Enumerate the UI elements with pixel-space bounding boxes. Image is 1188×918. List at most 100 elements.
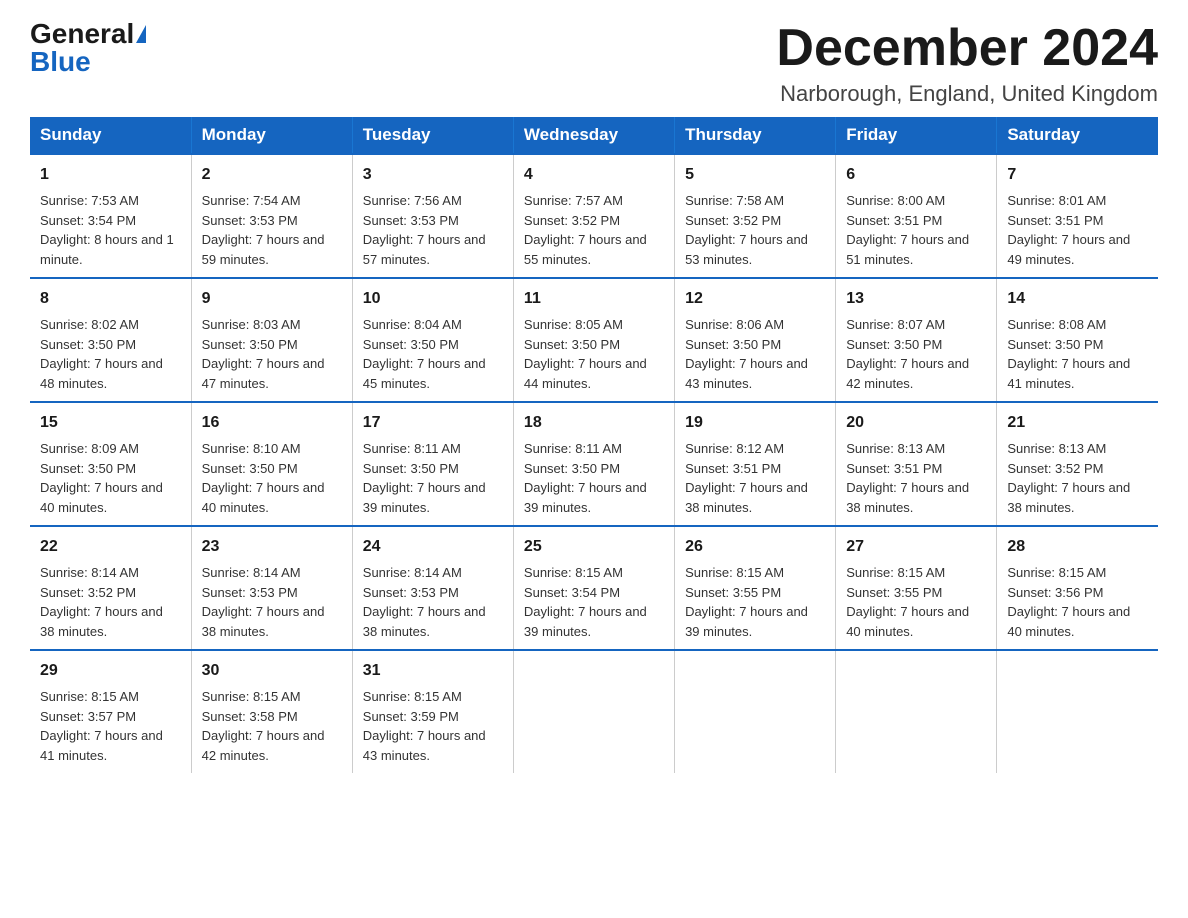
calendar-day-cell	[836, 650, 997, 773]
day-info: Sunrise: 8:13 AMSunset: 3:52 PMDaylight:…	[1007, 439, 1148, 517]
day-number: 16	[202, 411, 342, 435]
day-number: 10	[363, 287, 503, 311]
calendar-header-row: SundayMondayTuesdayWednesdayThursdayFrid…	[30, 117, 1158, 154]
day-info: Sunrise: 8:15 AMSunset: 3:55 PMDaylight:…	[846, 563, 986, 641]
day-number: 12	[685, 287, 825, 311]
day-info: Sunrise: 8:15 AMSunset: 3:59 PMDaylight:…	[363, 687, 503, 765]
calendar-day-cell: 8 Sunrise: 8:02 AMSunset: 3:50 PMDaylight…	[30, 278, 191, 402]
day-number: 14	[1007, 287, 1148, 311]
day-number: 1	[40, 163, 181, 187]
calendar-day-cell: 7 Sunrise: 8:01 AMSunset: 3:51 PMDaylight…	[997, 154, 1158, 278]
day-info: Sunrise: 8:02 AMSunset: 3:50 PMDaylight:…	[40, 315, 181, 393]
calendar-day-cell: 17 Sunrise: 8:11 AMSunset: 3:50 PMDayligh…	[352, 402, 513, 526]
column-header-sunday: Sunday	[30, 117, 191, 154]
calendar-day-cell: 3 Sunrise: 7:56 AMSunset: 3:53 PMDaylight…	[352, 154, 513, 278]
day-number: 26	[685, 535, 825, 559]
logo-blue: Blue	[30, 46, 91, 77]
day-info: Sunrise: 8:05 AMSunset: 3:50 PMDaylight:…	[524, 315, 664, 393]
calendar-day-cell: 1 Sunrise: 7:53 AMSunset: 3:54 PMDaylight…	[30, 154, 191, 278]
calendar-table: SundayMondayTuesdayWednesdayThursdayFrid…	[30, 117, 1158, 773]
column-header-monday: Monday	[191, 117, 352, 154]
logo-triangle-icon	[136, 25, 146, 43]
calendar-week-row: 15 Sunrise: 8:09 AMSunset: 3:50 PMDayligh…	[30, 402, 1158, 526]
header: General Blue December 2024 Narborough, E…	[30, 20, 1158, 107]
logo-general: General	[30, 20, 134, 48]
day-info: Sunrise: 8:12 AMSunset: 3:51 PMDaylight:…	[685, 439, 825, 517]
logo: General Blue	[30, 20, 146, 76]
calendar-day-cell: 27Sunrise: 8:15 AMSunset: 3:55 PMDayligh…	[836, 526, 997, 650]
day-number: 6	[846, 163, 986, 187]
day-number: 21	[1007, 411, 1148, 435]
main-title: December 2024	[776, 20, 1158, 77]
day-info: Sunrise: 8:09 AMSunset: 3:50 PMDaylight:…	[40, 439, 181, 517]
calendar-week-row: 1 Sunrise: 7:53 AMSunset: 3:54 PMDaylight…	[30, 154, 1158, 278]
calendar-day-cell	[513, 650, 674, 773]
day-info: Sunrise: 7:56 AMSunset: 3:53 PMDaylight:…	[363, 191, 503, 269]
column-header-friday: Friday	[836, 117, 997, 154]
day-number: 2	[202, 163, 342, 187]
day-number: 31	[363, 659, 503, 683]
calendar-day-cell: 21 Sunrise: 8:13 AMSunset: 3:52 PMDayligh…	[997, 402, 1158, 526]
day-info: Sunrise: 8:14 AMSunset: 3:52 PMDaylight:…	[40, 563, 181, 641]
calendar-day-cell: 16 Sunrise: 8:10 AMSunset: 3:50 PMDayligh…	[191, 402, 352, 526]
day-number: 25	[524, 535, 664, 559]
title-section: December 2024 Narborough, England, Unite…	[776, 20, 1158, 107]
day-info: Sunrise: 8:04 AMSunset: 3:50 PMDaylight:…	[363, 315, 503, 393]
day-info: Sunrise: 8:08 AMSunset: 3:50 PMDaylight:…	[1007, 315, 1148, 393]
calendar-day-cell: 2Sunrise: 7:54 AMSunset: 3:53 PMDaylight…	[191, 154, 352, 278]
day-number: 29	[40, 659, 181, 683]
day-info: Sunrise: 7:57 AMSunset: 3:52 PMDaylight:…	[524, 191, 664, 269]
day-number: 7	[1007, 163, 1148, 187]
day-number: 4	[524, 163, 664, 187]
calendar-day-cell: 9 Sunrise: 8:03 AMSunset: 3:50 PMDaylight…	[191, 278, 352, 402]
day-number: 3	[363, 163, 503, 187]
day-info: Sunrise: 8:15 AMSunset: 3:57 PMDaylight:…	[40, 687, 181, 765]
day-number: 28	[1007, 535, 1148, 559]
calendar-day-cell: 4 Sunrise: 7:57 AMSunset: 3:52 PMDaylight…	[513, 154, 674, 278]
calendar-day-cell: 20Sunrise: 8:13 AMSunset: 3:51 PMDayligh…	[836, 402, 997, 526]
day-info: Sunrise: 8:15 AMSunset: 3:56 PMDaylight:…	[1007, 563, 1148, 641]
day-info: Sunrise: 7:58 AMSunset: 3:52 PMDaylight:…	[685, 191, 825, 269]
subtitle: Narborough, England, United Kingdom	[776, 81, 1158, 107]
day-number: 5	[685, 163, 825, 187]
calendar-day-cell: 6 Sunrise: 8:00 AMSunset: 3:51 PMDaylight…	[836, 154, 997, 278]
calendar-day-cell: 23Sunrise: 8:14 AMSunset: 3:53 PMDayligh…	[191, 526, 352, 650]
column-header-saturday: Saturday	[997, 117, 1158, 154]
calendar-day-cell: 12 Sunrise: 8:06 AMSunset: 3:50 PMDayligh…	[675, 278, 836, 402]
calendar-day-cell: 25 Sunrise: 8:15 AMSunset: 3:54 PMDayligh…	[513, 526, 674, 650]
calendar-day-cell	[997, 650, 1158, 773]
calendar-day-cell: 11 Sunrise: 8:05 AMSunset: 3:50 PMDayligh…	[513, 278, 674, 402]
calendar-week-row: 29 Sunrise: 8:15 AMSunset: 3:57 PMDayligh…	[30, 650, 1158, 773]
calendar-day-cell: 26 Sunrise: 8:15 AMSunset: 3:55 PMDayligh…	[675, 526, 836, 650]
calendar-week-row: 22 Sunrise: 8:14 AMSunset: 3:52 PMDayligh…	[30, 526, 1158, 650]
day-number: 15	[40, 411, 181, 435]
calendar-day-cell: 13Sunrise: 8:07 AMSunset: 3:50 PMDayligh…	[836, 278, 997, 402]
day-number: 22	[40, 535, 181, 559]
day-info: Sunrise: 8:03 AMSunset: 3:50 PMDaylight:…	[202, 315, 342, 393]
calendar-day-cell: 10 Sunrise: 8:04 AMSunset: 3:50 PMDayligh…	[352, 278, 513, 402]
calendar-day-cell: 14 Sunrise: 8:08 AMSunset: 3:50 PMDayligh…	[997, 278, 1158, 402]
calendar-day-cell	[675, 650, 836, 773]
day-info: Sunrise: 8:11 AMSunset: 3:50 PMDaylight:…	[363, 439, 503, 517]
calendar-day-cell: 5 Sunrise: 7:58 AMSunset: 3:52 PMDaylight…	[675, 154, 836, 278]
calendar-day-cell: 31 Sunrise: 8:15 AMSunset: 3:59 PMDayligh…	[352, 650, 513, 773]
day-info: Sunrise: 8:15 AMSunset: 3:55 PMDaylight:…	[685, 563, 825, 641]
column-header-thursday: Thursday	[675, 117, 836, 154]
page-container: General Blue December 2024 Narborough, E…	[0, 0, 1188, 803]
calendar-day-cell: 30Sunrise: 8:15 AMSunset: 3:58 PMDayligh…	[191, 650, 352, 773]
day-number: 9	[202, 287, 342, 311]
day-info: Sunrise: 8:10 AMSunset: 3:50 PMDaylight:…	[202, 439, 342, 517]
day-number: 8	[40, 287, 181, 311]
day-info: Sunrise: 8:11 AMSunset: 3:50 PMDaylight:…	[524, 439, 664, 517]
calendar-day-cell: 22 Sunrise: 8:14 AMSunset: 3:52 PMDayligh…	[30, 526, 191, 650]
column-header-wednesday: Wednesday	[513, 117, 674, 154]
day-info: Sunrise: 8:15 AMSunset: 3:54 PMDaylight:…	[524, 563, 664, 641]
calendar-day-cell: 28 Sunrise: 8:15 AMSunset: 3:56 PMDayligh…	[997, 526, 1158, 650]
day-info: Sunrise: 8:00 AMSunset: 3:51 PMDaylight:…	[846, 191, 986, 269]
day-info: Sunrise: 8:15 AMSunset: 3:58 PMDaylight:…	[202, 687, 342, 765]
day-info: Sunrise: 8:01 AMSunset: 3:51 PMDaylight:…	[1007, 191, 1148, 269]
day-info: Sunrise: 7:53 AMSunset: 3:54 PMDaylight:…	[40, 191, 181, 269]
day-number: 11	[524, 287, 664, 311]
day-info: Sunrise: 8:06 AMSunset: 3:50 PMDaylight:…	[685, 315, 825, 393]
day-number: 17	[363, 411, 503, 435]
